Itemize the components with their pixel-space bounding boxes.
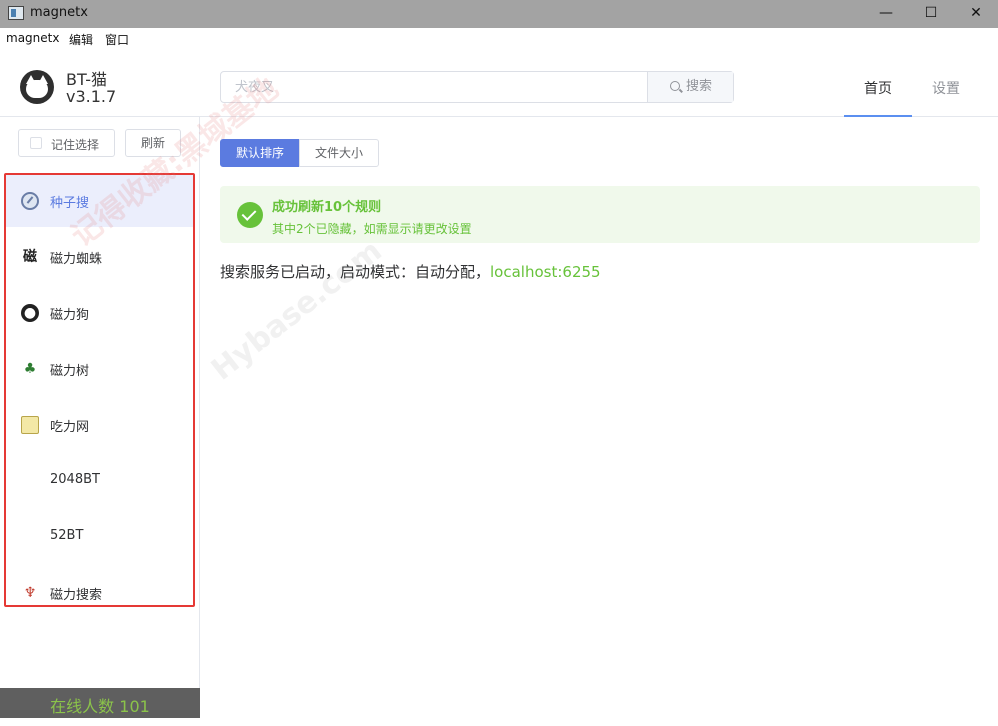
online-count: 在线人数 101 bbox=[0, 688, 200, 718]
minimize-button[interactable]: — bbox=[863, 0, 909, 28]
title-bar: magnetx — ☐ ✕ bbox=[0, 0, 998, 28]
sort-default-button[interactable]: 默认排序 bbox=[220, 139, 300, 167]
alert-title: 成功刷新10个规则 bbox=[272, 200, 382, 215]
rule-label: 52BT bbox=[50, 528, 84, 543]
search-button[interactable]: 搜索 bbox=[647, 72, 733, 102]
rule-item-cililzhizhu[interactable]: 磁 磁力蜘蛛 bbox=[6, 231, 193, 283]
rule-label: 吃力网 bbox=[50, 420, 90, 435]
rule-label: 磁力搜索 bbox=[50, 588, 103, 603]
search-button-label: 搜索 bbox=[686, 79, 713, 94]
tab-settings[interactable]: 设置 bbox=[912, 72, 980, 98]
alert-description: 其中2个已隐藏，如需显示请更改设置 bbox=[272, 222, 472, 236]
menu-item-magnetx[interactable]: magnetx bbox=[6, 31, 59, 45]
spider-icon: 磁 bbox=[23, 249, 37, 265]
sidebar: 记住选择 刷新 种子搜 磁 磁力蜘蛛 ● 磁力狗 ♣ 磁力树 吃力网 2048B… bbox=[0, 117, 200, 718]
rule-label: 种子搜 bbox=[50, 196, 90, 211]
rule-item-cilishu[interactable]: ♣ 磁力树 bbox=[6, 343, 193, 395]
seed-icon bbox=[21, 192, 39, 210]
dog-icon: ● bbox=[21, 304, 39, 322]
sort-size-button[interactable]: 文件大小 bbox=[299, 139, 379, 167]
rule-list: 种子搜 磁 磁力蜘蛛 ● 磁力狗 ♣ 磁力树 吃力网 2048BT 52BT ♆… bbox=[4, 173, 195, 607]
tab-home[interactable]: 首页 bbox=[844, 72, 912, 117]
magnet-icon: ♆ bbox=[23, 585, 37, 601]
search-bar: 搜索 bbox=[220, 71, 734, 103]
rule-item-chiliwang[interactable]: 吃力网 bbox=[6, 399, 193, 451]
rule-label: 磁力树 bbox=[50, 364, 90, 379]
maximize-button[interactable]: ☐ bbox=[908, 0, 954, 28]
rule-label: 2048BT bbox=[50, 472, 100, 487]
rule-item-ciligou[interactable]: ● 磁力狗 bbox=[6, 287, 193, 339]
rule-item-2048bt[interactable]: 2048BT bbox=[6, 455, 193, 507]
watermark-url: Hybase.com bbox=[205, 233, 389, 388]
menu-item-edit[interactable]: 编辑 bbox=[69, 31, 93, 48]
status-text: 搜索服务已启动，启动模式：自动分配， bbox=[220, 263, 491, 281]
book-icon bbox=[21, 416, 39, 434]
search-input[interactable] bbox=[221, 72, 647, 102]
rule-item-52bt[interactable]: 52BT bbox=[6, 511, 193, 563]
remember-selection-checkbox[interactable]: 记住选择 bbox=[18, 129, 115, 157]
tree-icon: ♣ bbox=[23, 361, 37, 377]
menu-bar: magnetx 编辑 窗口 bbox=[0, 28, 998, 50]
service-status: 搜索服务已启动，启动模式：自动分配，localhost:6255 bbox=[220, 261, 601, 282]
app-icon bbox=[8, 6, 24, 20]
search-icon bbox=[670, 81, 680, 91]
cat-logo-icon bbox=[20, 70, 54, 104]
brand-version: v3.1.7 bbox=[66, 87, 117, 106]
close-button[interactable]: ✕ bbox=[953, 0, 998, 28]
window-title: magnetx bbox=[30, 5, 88, 20]
success-alert: 成功刷新10个规则 其中2个已隐藏，如需显示请更改设置 bbox=[220, 186, 980, 243]
checkbox-icon bbox=[30, 137, 42, 149]
app-header: BT-猫 v3.1.7 搜索 首页 设置 bbox=[0, 50, 998, 117]
refresh-button[interactable]: 刷新 bbox=[125, 129, 181, 157]
rule-item-cilisousuo[interactable]: ♆ 磁力搜索 bbox=[6, 567, 193, 605]
rule-label: 磁力狗 bbox=[50, 308, 90, 323]
rule-label: 磁力蜘蛛 bbox=[50, 252, 103, 267]
rule-item-zhongzisou[interactable]: 种子搜 bbox=[6, 175, 193, 227]
status-address: localhost:6255 bbox=[490, 263, 601, 281]
remember-selection-label: 记住选择 bbox=[51, 138, 100, 152]
check-circle-icon bbox=[237, 202, 263, 228]
menu-item-window[interactable]: 窗口 bbox=[105, 31, 129, 48]
